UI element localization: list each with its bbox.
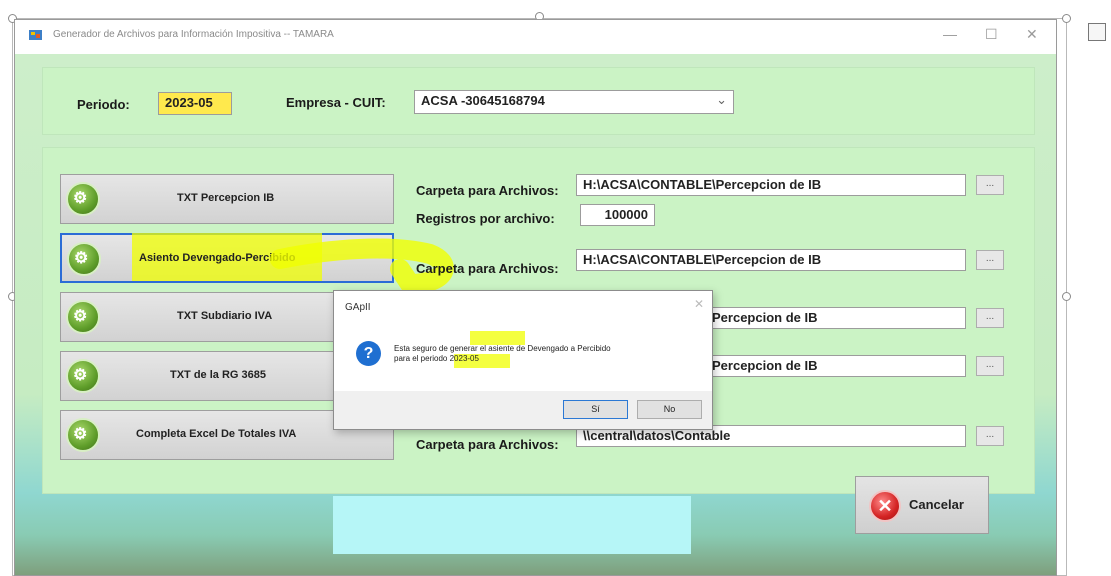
button-label: TXT Percepcion IB — [177, 192, 275, 204]
empresa-select[interactable]: ACSA -30645168794 ⌄ — [414, 90, 734, 114]
button-label: TXT Subdiario IVA — [177, 310, 273, 322]
chevron-down-icon: ⌄ — [716, 92, 727, 107]
maximize-button[interactable]: ☐ — [985, 26, 998, 43]
carpeta-input-4[interactable]: Percepcion de IB — [705, 355, 966, 377]
carpeta-label-2: Carpeta para Archivos: — [416, 261, 559, 276]
highlight-mark — [470, 331, 525, 345]
minimize-button[interactable]: — — [943, 26, 957, 42]
close-button[interactable]: ✕ — [1026, 26, 1038, 43]
dialog-message: Esta seguro de generar el asiente de Dev… — [394, 344, 611, 364]
dialog-message-line-2: para el periodo 2023-05 — [394, 354, 479, 363]
resize-handle-top-right[interactable] — [1062, 14, 1071, 23]
side-toolbar-icon[interactable] — [1088, 23, 1106, 41]
registros-input[interactable]: 100000 — [580, 204, 655, 226]
status-box — [333, 496, 691, 554]
filter-panel: Periodo: 2023-05 Empresa - CUIT: ACSA -3… — [42, 67, 1035, 135]
browse-button-1[interactable]: ... — [976, 175, 1004, 195]
carpeta-input-3[interactable]: Percepcion de IB — [705, 307, 966, 329]
app-icon — [29, 30, 42, 40]
no-button[interactable]: No — [637, 400, 702, 419]
carpeta-label-1: Carpeta para Archivos: — [416, 183, 559, 198]
title-bar: Generador de Archivos para Información I… — [15, 20, 1056, 54]
dialog-close-icon[interactable]: ✕ — [694, 297, 704, 311]
confirm-dialog: GApII ✕ ? Esta seguro de generar el asie… — [333, 290, 713, 430]
browse-button-2[interactable]: ... — [976, 250, 1004, 270]
browse-button-4[interactable]: ... — [976, 356, 1004, 376]
gear-icon: ⚙ — [67, 242, 101, 276]
browse-button-3[interactable]: ... — [976, 308, 1004, 328]
empresa-select-value: ACSA -30645168794 — [421, 93, 545, 108]
registros-label: Registros por archivo: — [416, 211, 555, 226]
gear-icon: ⚙ — [66, 182, 100, 216]
browse-button-5[interactable]: ... — [976, 426, 1004, 446]
cancel-icon: ✕ — [869, 490, 901, 522]
periodo-label: Periodo: — [77, 97, 130, 112]
button-label: TXT de la RG 3685 — [170, 369, 266, 381]
carpeta-input-1[interactable]: H:\ACSA\CONTABLE\Percepcion de IB — [576, 174, 966, 196]
gear-icon: ⚙ — [66, 300, 100, 334]
gear-icon: ⚙ — [66, 359, 100, 393]
dialog-message-line-1: Esta seguro de generar el asiente de Dev… — [394, 344, 611, 353]
dialog-footer: Sí No — [334, 391, 712, 429]
resize-handle-right[interactable] — [1062, 292, 1071, 301]
empresa-label: Empresa - CUIT: — [286, 95, 386, 110]
cancel-button[interactable]: ✕ Cancelar — [855, 476, 989, 534]
question-icon: ? — [356, 341, 381, 366]
carpeta-label-5: Carpeta para Archivos: — [416, 437, 559, 452]
gear-icon: ⚙ — [66, 418, 100, 452]
carpeta-input-2[interactable]: H:\ACSA\CONTABLE\Percepcion de IB — [576, 249, 966, 271]
cancel-label: Cancelar — [909, 497, 964, 512]
txt-percepcion-ib-button[interactable]: ⚙ TXT Percepcion IB — [60, 174, 394, 224]
periodo-input[interactable]: 2023-05 — [158, 92, 232, 115]
yes-button[interactable]: Sí — [563, 400, 628, 419]
window-title: Generador de Archivos para Información I… — [53, 29, 334, 40]
button-label: Completa Excel De Totales IVA — [136, 428, 297, 440]
dialog-title: GApII — [345, 302, 371, 313]
